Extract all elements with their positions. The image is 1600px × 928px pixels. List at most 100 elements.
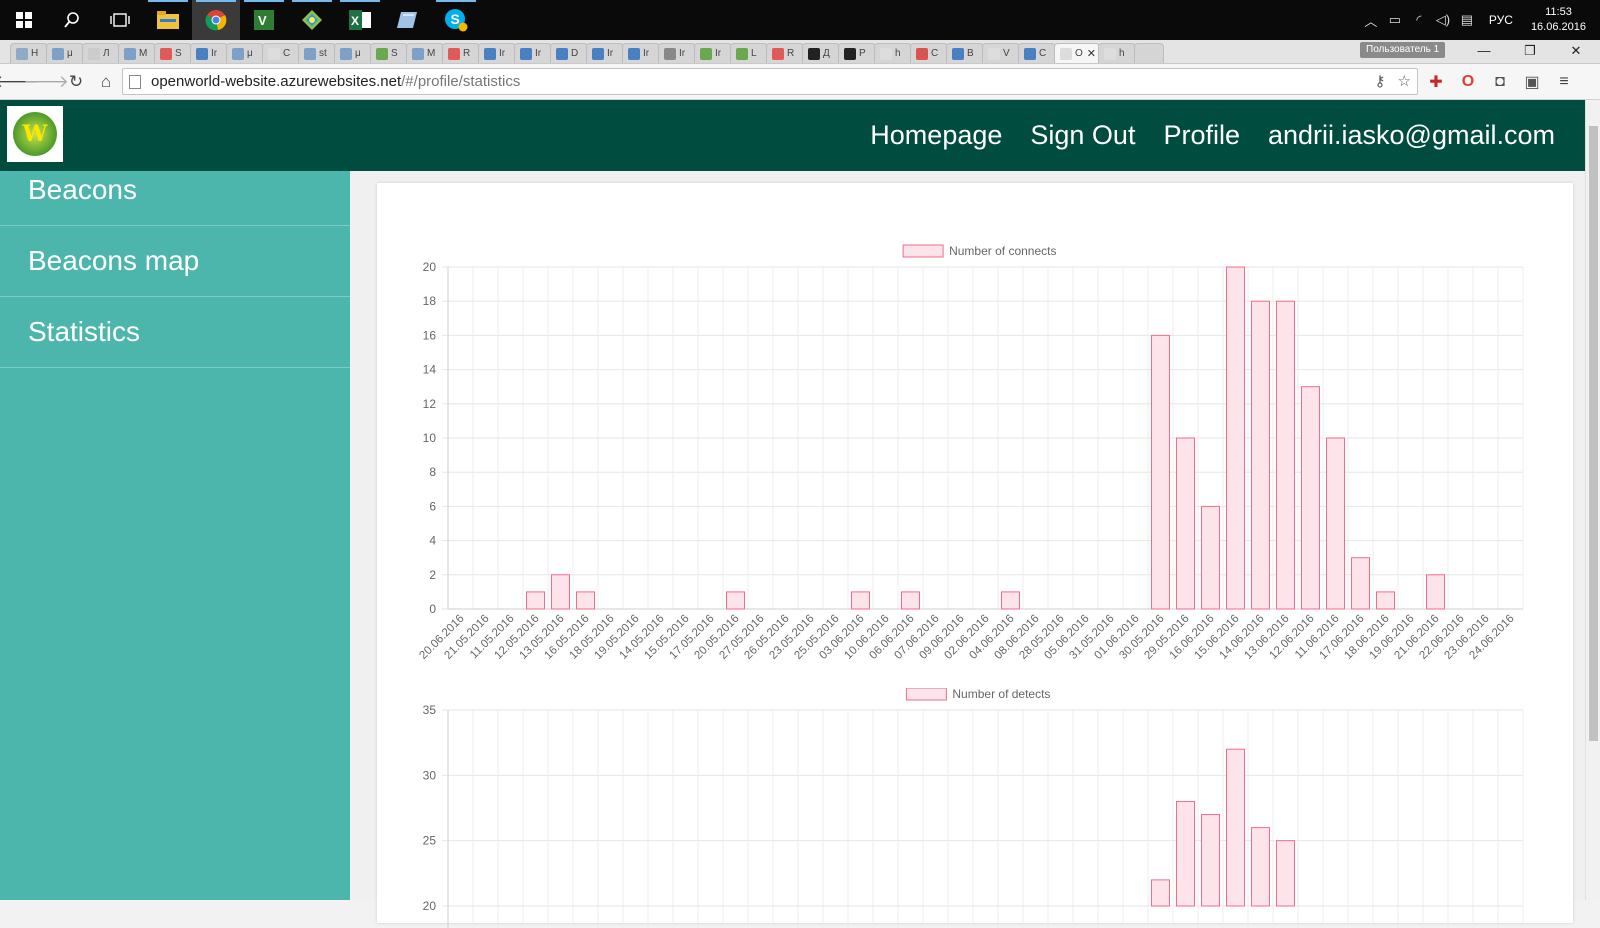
search-icon[interactable] — [48, 0, 96, 40]
browser-tab[interactable]: V — [982, 43, 1020, 63]
tab-favicon-icon — [1104, 47, 1116, 60]
pocket-icon[interactable]: ◘ — [1488, 70, 1512, 94]
address-bar[interactable]: openworld-website.azurewebsites.net/#/pr… — [122, 68, 1418, 95]
browser-tab[interactable]: C — [262, 43, 300, 63]
volume-icon[interactable]: ◁) — [1431, 12, 1455, 28]
nav-user-email[interactable]: andrii.iasko@gmail.com — [1268, 120, 1555, 151]
bar — [1376, 591, 1395, 610]
restore-icon[interactable]: ❐ — [1508, 40, 1552, 62]
skype-icon[interactable]: S — [432, 0, 480, 40]
browser-tab[interactable]: O ✕ — [1054, 43, 1100, 63]
task-view-icon[interactable] — [96, 0, 144, 40]
y-tick-label: 18 — [423, 294, 437, 308]
sidebar-item-beacons-map[interactable]: Beacons map — [0, 226, 350, 297]
key-icon[interactable]: ⚷ — [1375, 72, 1386, 90]
start-icon[interactable] — [0, 0, 48, 40]
wifi-icon[interactable]: ◜ — [1407, 12, 1431, 28]
browser-tab[interactable]: R — [442, 43, 480, 63]
browser-tab[interactable]: h — [1098, 43, 1136, 63]
notepad-icon[interactable] — [384, 0, 432, 40]
sidebar-item-statistics[interactable]: Statistics — [0, 297, 350, 368]
tab-title: C — [931, 48, 939, 59]
logo-w-icon: W — [13, 112, 57, 156]
tab-favicon-icon — [808, 47, 820, 60]
browser-tab-strip: Hμ Л M S Ir μ Cst μ S M R Ir Ir D Ir Ir Ir Ir L R Д Ph C B V C O ✕ h… — [0, 40, 1600, 64]
browser-tab[interactable]: M — [118, 43, 156, 63]
new-tab-button[interactable] — [1134, 43, 1164, 63]
browser-tab[interactable]: R — [766, 43, 804, 63]
tab-favicon-icon — [988, 47, 1000, 60]
chart-grid: 20 25 30 35 — [423, 703, 1524, 928]
battery-icon[interactable]: ▭ — [1383, 12, 1407, 28]
home-icon[interactable]: ⌂ — [92, 68, 120, 96]
browser-tab[interactable]: Ir — [478, 43, 516, 63]
site-logo[interactable]: W — [7, 106, 63, 162]
browser-tab[interactable]: Ir — [658, 43, 696, 63]
browser-tab[interactable]: L — [730, 43, 768, 63]
browser-tab[interactable]: P — [838, 43, 876, 63]
browser-tab[interactable]: st — [298, 43, 336, 63]
menu-icon[interactable]: ≡ — [1552, 70, 1576, 94]
chrome-icon[interactable] — [192, 0, 240, 40]
browser-tab[interactable]: h — [874, 43, 912, 63]
y-tick-label: 25 — [423, 834, 437, 848]
close-tab-icon[interactable]: ✕ — [1087, 47, 1096, 60]
browser-tab[interactable]: C — [1018, 43, 1056, 63]
svg-text:S: S — [451, 11, 460, 27]
opera-extension-icon[interactable]: O — [1456, 70, 1480, 94]
system-tray: ︿ ▭ ◜ ◁) ▤ РУС 11:53 16.06.2016 — [1359, 0, 1600, 40]
browser-tab[interactable]: Ir — [586, 43, 624, 63]
browser-tab[interactable]: H — [10, 43, 48, 63]
sidebar-item-beacons[interactable]: Beacons — [0, 171, 350, 226]
browser-tab[interactable]: μ — [226, 43, 264, 63]
vs-icon[interactable]: V — [240, 0, 288, 40]
bar — [1251, 827, 1270, 907]
input-language[interactable]: РУС — [1479, 13, 1523, 27]
y-tick-label: 0 — [429, 602, 436, 616]
browser-tab[interactable]: Ir — [190, 43, 228, 63]
browser-tab[interactable]: Ir — [694, 43, 732, 63]
file-explorer-icon[interactable] — [144, 0, 192, 40]
profile-chip[interactable]: Пользователь 1 — [1360, 42, 1446, 58]
browser-tab[interactable]: Ir — [622, 43, 660, 63]
tab-title: Ir — [535, 48, 542, 59]
tab-title: μ — [355, 48, 361, 59]
bookmark-star-icon[interactable]: ☆ — [1398, 72, 1411, 90]
browser-tab[interactable]: S — [154, 43, 192, 63]
extension-icon[interactable]: ▣ — [1520, 70, 1544, 94]
extension-plus-icon[interactable]: ✚ — [1424, 70, 1448, 94]
browser-tab[interactable]: μ — [46, 43, 84, 63]
chevron-up-icon[interactable]: ︿ — [1359, 11, 1383, 30]
browser-tab[interactable]: M — [406, 43, 444, 63]
reload-icon[interactable]: ↻ — [62, 68, 90, 96]
svg-text:V: V — [258, 13, 267, 28]
scroll-thumb[interactable] — [1589, 126, 1598, 741]
chart-legend: Number of detects — [905, 688, 1050, 701]
app-icon[interactable] — [288, 0, 336, 40]
browser-tab[interactable]: S — [370, 43, 408, 63]
forward-icon[interactable]: 🡒 — [23, 68, 69, 96]
nav-sign-out[interactable]: Sign Out — [1030, 120, 1135, 151]
bar — [1351, 557, 1370, 610]
nav-homepage[interactable]: Homepage — [870, 120, 1002, 151]
clock[interactable]: 11:53 16.06.2016 — [1523, 5, 1600, 35]
browser-tab[interactable]: C — [910, 43, 948, 63]
page-scrollbar[interactable] — [1585, 100, 1600, 900]
tab-title: μ — [247, 48, 253, 59]
excel-icon[interactable]: X — [336, 0, 384, 40]
close-window-icon[interactable]: ✕ — [1554, 40, 1598, 62]
browser-tab[interactable]: Л — [82, 43, 120, 63]
tab-title: H — [31, 48, 39, 59]
browser-tab[interactable]: B — [946, 43, 984, 63]
minimize-icon[interactable]: — — [1462, 40, 1506, 62]
tab-favicon-icon — [16, 47, 28, 60]
tab-title: Ir — [499, 48, 506, 59]
browser-tab[interactable]: Д — [802, 43, 840, 63]
browser-tab[interactable]: μ — [334, 43, 372, 63]
nav-profile[interactable]: Profile — [1163, 120, 1240, 151]
browser-tab[interactable]: D — [550, 43, 588, 63]
tab-favicon-icon — [1060, 47, 1072, 60]
browser-tab[interactable]: Ir — [514, 43, 552, 63]
bar — [1326, 437, 1345, 610]
notifications-icon[interactable]: ▤ — [1455, 12, 1479, 28]
